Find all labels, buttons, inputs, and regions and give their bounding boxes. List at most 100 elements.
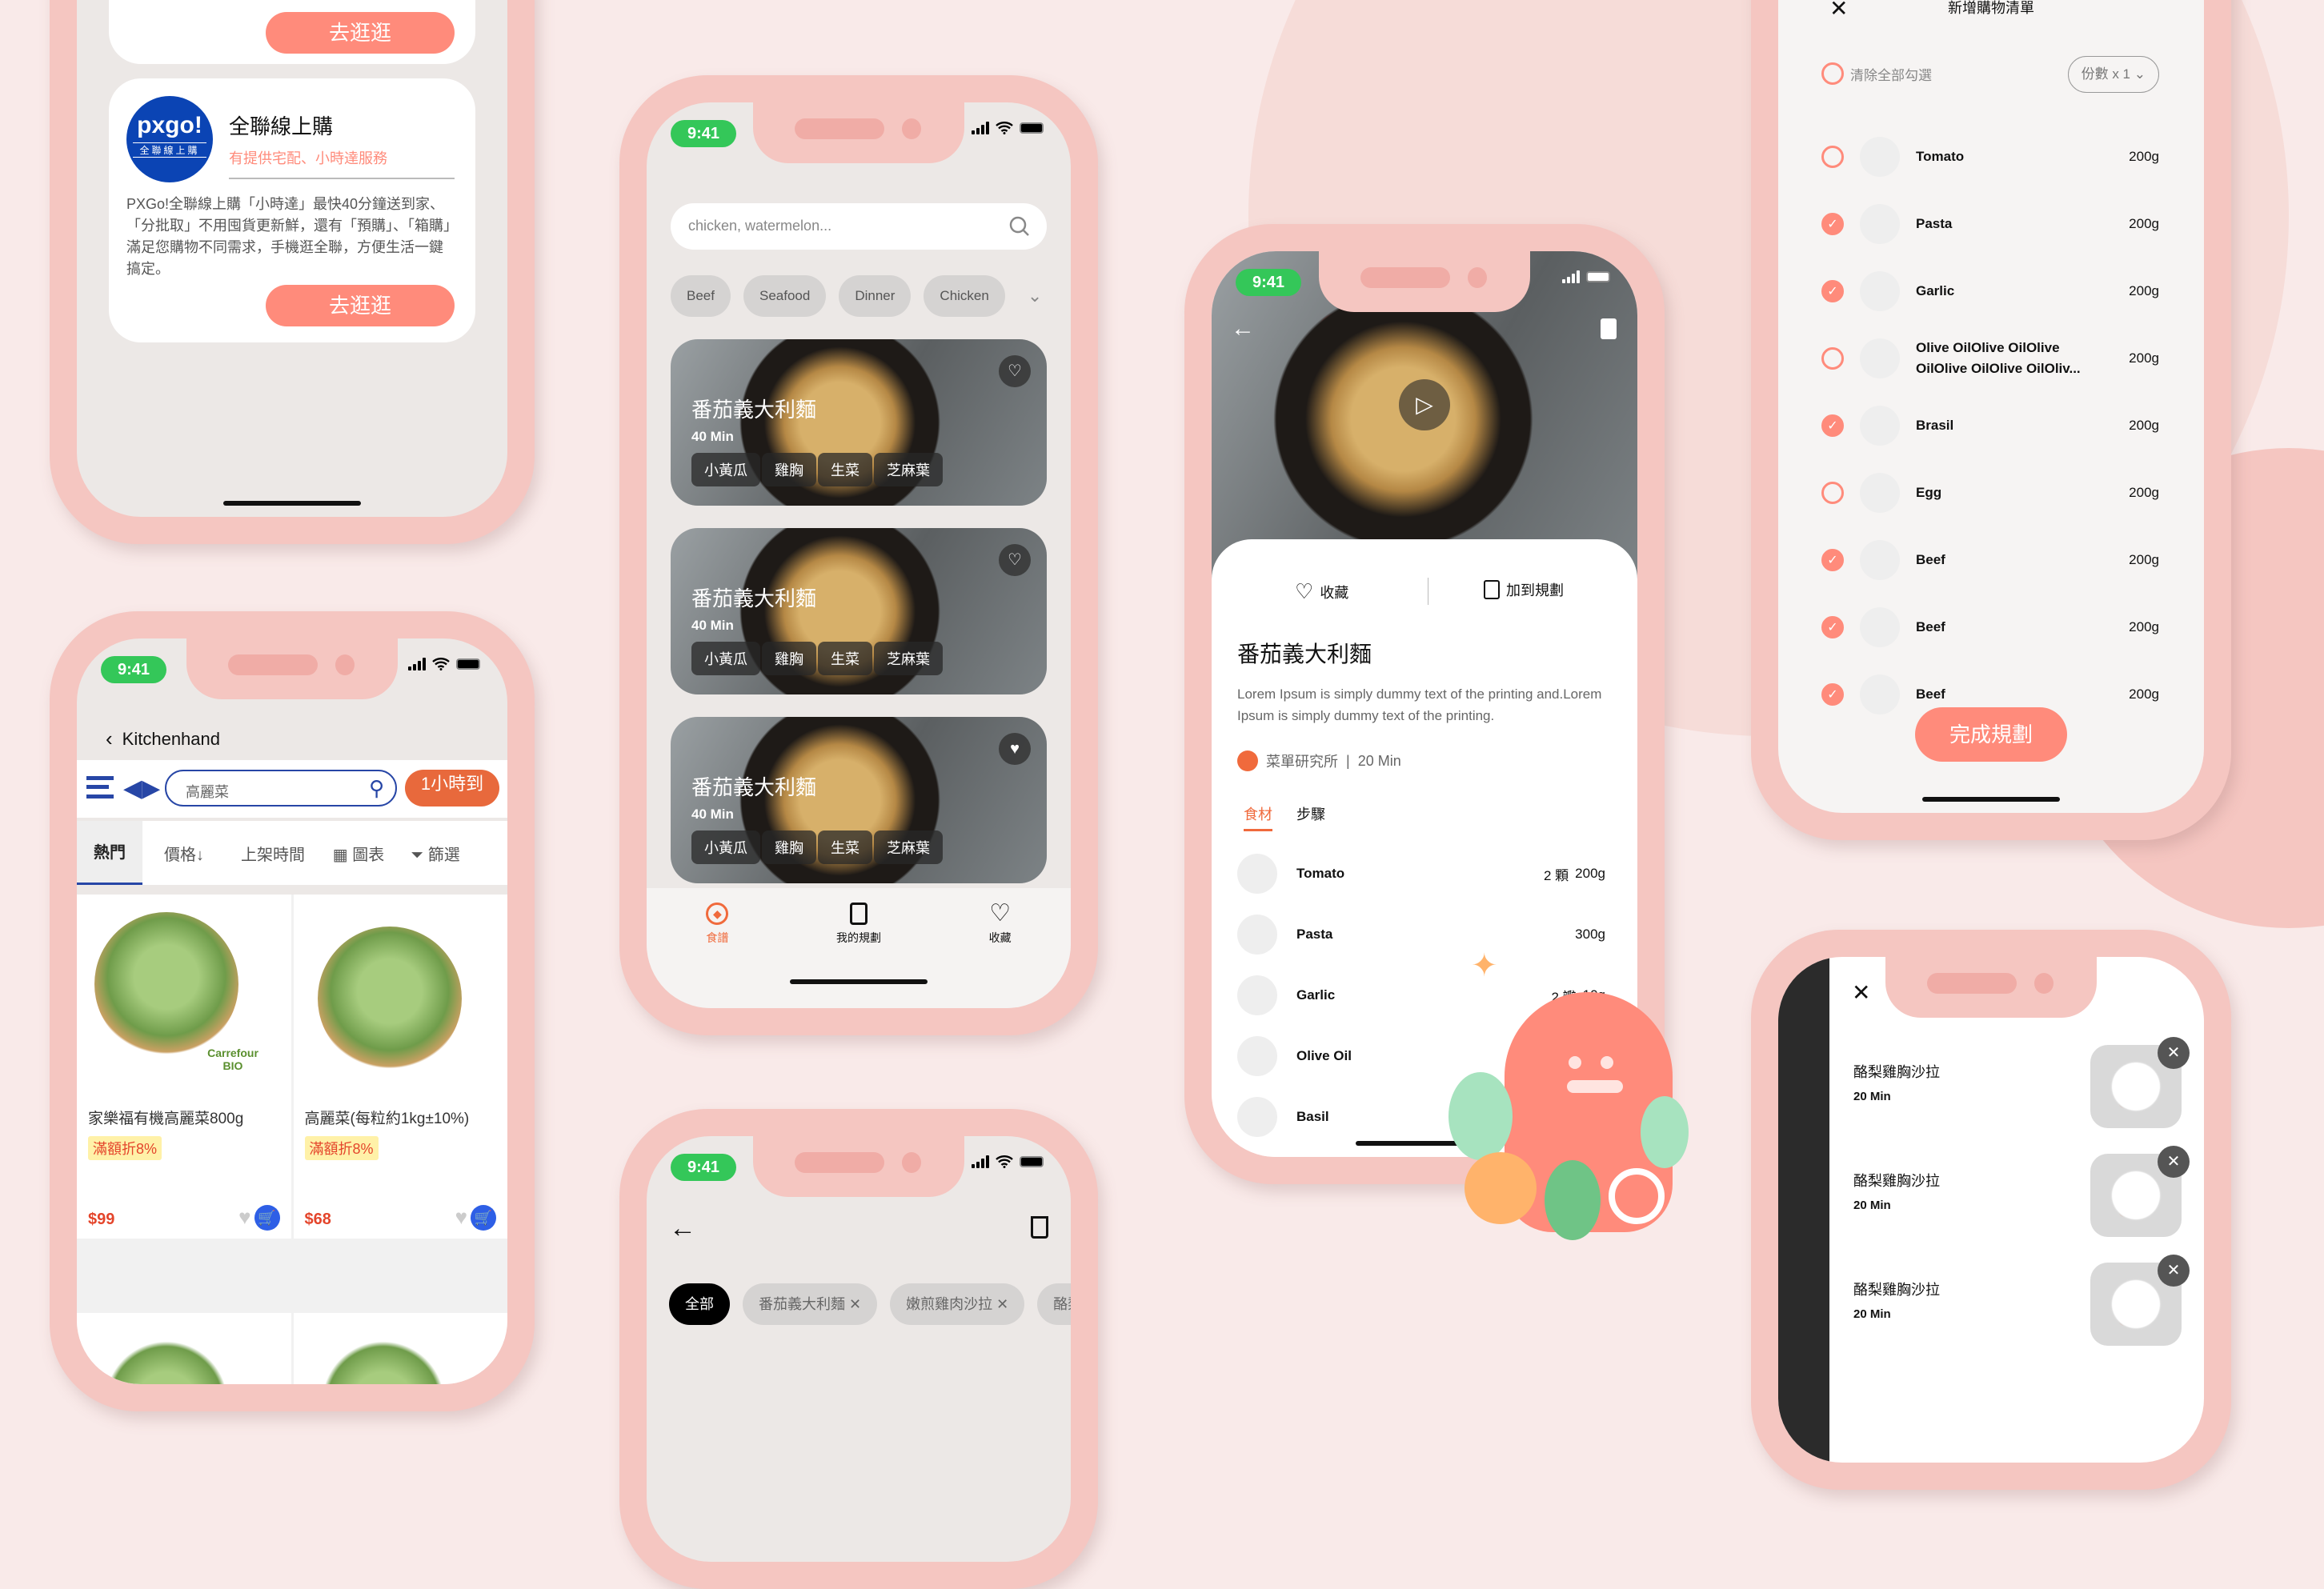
favorite-button[interactable]: ♡ bbox=[999, 544, 1031, 576]
phone-store-list: 去逛逛 pxgo! 全聯線上購 全聯線上購 有提供宅配、小時達服務 PXGo!全… bbox=[50, 0, 535, 544]
detail-tabs: 食材 步驟 bbox=[1244, 803, 1325, 831]
search-input[interactable]: 高麗菜 ⚲ bbox=[165, 770, 397, 807]
nav-recipes[interactable]: ◆ 食譜 bbox=[669, 903, 765, 1008]
favorite-button-filled[interactable]: ♥ bbox=[999, 733, 1031, 765]
cart-icon[interactable]: 🛒 bbox=[254, 1205, 280, 1231]
item-name: Beef bbox=[1916, 552, 1945, 567]
sort-tab-hot[interactable]: 熱門 bbox=[77, 821, 142, 885]
close-icon[interactable]: ✕ bbox=[1852, 979, 1870, 1006]
recipe-meta: 菜單研究所 | 20 Min bbox=[1237, 750, 1401, 771]
trash-icon[interactable] bbox=[1031, 1216, 1048, 1239]
servings-select[interactable]: 份數 x 1 ⌄ bbox=[2067, 56, 2159, 93]
recipe-card[interactable]: ♡ 番茄義大利麵 40 Min 小黃瓜 雞胸 生菜 芝麻葉 bbox=[671, 528, 1047, 694]
favorite-action[interactable]: ♡ 收藏 bbox=[1295, 579, 1348, 604]
nav-favorites[interactable]: ♡ 收藏 bbox=[952, 902, 1048, 1008]
sort-tab-grid[interactable]: ▦ 圖表 bbox=[320, 842, 397, 865]
sort-tab-newest[interactable]: 上架時間 bbox=[226, 842, 320, 865]
filter-chip[interactable]: 嫩煎雞肉沙拉 ✕ bbox=[890, 1283, 1025, 1325]
product-card[interactable] bbox=[293, 1312, 507, 1384]
shopping-item[interactable]: Olive OilOlive OilOlive OilOlive OilOliv… bbox=[1821, 325, 2159, 392]
tag: 雞胸 bbox=[762, 831, 816, 864]
shopping-item[interactable]: ✓ Brasil 200g bbox=[1821, 392, 2159, 459]
shopping-item[interactable]: Tomato 200g bbox=[1821, 123, 2159, 190]
tag: 雞胸 bbox=[762, 642, 816, 675]
product-card[interactable]: Carrefour BIO 家樂福有機高麗菜800g 滿額折8% $99 ♥ 🛒 bbox=[77, 895, 291, 1239]
saved-recipe[interactable]: 酪梨雞胸沙拉 20 Min ✕ bbox=[1829, 1146, 2204, 1255]
ingredient-thumb bbox=[1237, 975, 1277, 1015]
search-icon[interactable] bbox=[1008, 215, 1031, 238]
finish-plan-button[interactable]: 完成規劃 bbox=[1915, 707, 2067, 762]
browse-button[interactable]: 去逛逛 bbox=[266, 285, 455, 326]
play-button[interactable]: ▷ bbox=[1399, 379, 1450, 430]
checkbox[interactable] bbox=[1821, 146, 1844, 168]
chip-chicken[interactable]: Chicken bbox=[924, 275, 1005, 317]
product-card[interactable]: 高麗菜(每粒約1kg±10%) 滿額折8% $68 ♥ 🛒 bbox=[293, 895, 507, 1239]
checkbox bbox=[1821, 62, 1844, 85]
tab-steps[interactable]: 步驟 bbox=[1296, 803, 1325, 831]
shopping-item[interactable]: ✓ Pasta 200g bbox=[1821, 190, 2159, 258]
recipe-card[interactable]: ♡ 番茄義大利麵 40 Min 小黃瓜 雞胸 生菜 芝麻葉 bbox=[671, 339, 1047, 506]
browse-button[interactable]: 去逛逛 bbox=[266, 12, 455, 54]
back-arrow-icon[interactable]: ← bbox=[1231, 315, 1255, 342]
tag: 生菜 bbox=[818, 831, 872, 864]
shopping-item[interactable]: ✓ Garlic 200g bbox=[1821, 258, 2159, 325]
checkbox[interactable]: ✓ bbox=[1821, 683, 1844, 706]
saved-recipe[interactable]: 酪梨雞胸沙拉 20 Min ✕ bbox=[1829, 1255, 2204, 1363]
product-image bbox=[94, 1330, 238, 1384]
filter-chip[interactable]: 酪梨 bbox=[1037, 1283, 1071, 1325]
saved-recipe-time: 20 Min bbox=[1853, 1307, 1891, 1321]
close-icon[interactable]: ✕ bbox=[849, 1296, 861, 1312]
search-icon[interactable]: ⚲ bbox=[369, 776, 384, 801]
filter-chip[interactable]: 番茄義大利麵 ✕ bbox=[743, 1283, 878, 1325]
item-thumb bbox=[1860, 473, 1900, 513]
remove-button[interactable]: ✕ bbox=[2158, 1146, 2190, 1178]
shopping-item[interactable]: Egg 200g bbox=[1821, 459, 2159, 526]
ingredient-row: Tomato 2 顆 200g bbox=[1237, 843, 1605, 904]
clear-all-toggle[interactable]: 清除全部勾選 bbox=[1821, 62, 1932, 85]
checkbox[interactable]: ✓ bbox=[1821, 616, 1844, 638]
ingredient-thumb bbox=[1237, 1097, 1277, 1137]
nav-my-plan[interactable]: 我的規劃 bbox=[811, 903, 907, 1008]
chip-seafood[interactable]: Seafood bbox=[743, 275, 827, 317]
chip-dinner[interactable]: Dinner bbox=[839, 275, 912, 317]
menu-icon[interactable] bbox=[86, 776, 114, 799]
back-arrow-icon[interactable]: ← bbox=[669, 1213, 696, 1244]
note-icon[interactable] bbox=[1601, 318, 1617, 339]
tab-ingredients[interactable]: 食材 bbox=[1244, 803, 1272, 831]
saved-recipe-name: 酪梨雞胸沙拉 bbox=[1853, 1282, 1940, 1298]
search-input[interactable]: chicken, watermelon... bbox=[671, 203, 1047, 250]
filter-all[interactable]: 全部 bbox=[669, 1283, 730, 1325]
remove-button[interactable]: ✕ bbox=[2158, 1037, 2190, 1069]
ingredient-thumb bbox=[1237, 854, 1277, 894]
checkbox[interactable]: ✓ bbox=[1821, 280, 1844, 302]
checkbox[interactable]: ✓ bbox=[1821, 549, 1844, 571]
promo-badge: 滿額折8% bbox=[88, 1136, 162, 1160]
favorite-button[interactable]: ♡ bbox=[999, 355, 1031, 387]
recipe-time: 40 Min bbox=[691, 807, 734, 822]
one-hour-badge[interactable]: 1小時到 bbox=[405, 770, 499, 807]
saved-recipe[interactable]: 酪梨雞胸沙拉 20 Min ✕ bbox=[1829, 1037, 2204, 1146]
heart-icon[interactable]: ♥ bbox=[238, 1205, 250, 1230]
chevron-down-icon[interactable]: ⌄ bbox=[1028, 275, 1042, 317]
cart-icon[interactable]: 🛒 bbox=[471, 1205, 496, 1231]
saved-recipe-time: 20 Min bbox=[1853, 1090, 1891, 1103]
remove-button[interactable]: ✕ bbox=[2158, 1255, 2190, 1287]
sort-tab-filter[interactable]: ⏷ 篩選 bbox=[397, 842, 474, 865]
shopping-item[interactable]: ✓ Beef 200g bbox=[1821, 594, 2159, 661]
sort-tab-price[interactable]: 價格↓ bbox=[142, 842, 226, 865]
checkbox[interactable] bbox=[1821, 482, 1844, 504]
product-card[interactable] bbox=[77, 1312, 291, 1384]
saved-list: 酪梨雞胸沙拉 20 Min ✕ 酪梨雞胸沙拉 20 Min ✕ 酪梨雞胸沙拉 20 … bbox=[1829, 1037, 2204, 1363]
chip-beef[interactable]: Beef bbox=[671, 275, 731, 317]
recipe-card[interactable]: ♥ 番茄義大利麵 40 Min 小黃瓜 雞胸 生菜 芝麻葉 bbox=[671, 717, 1047, 883]
shopping-item[interactable]: ✓ Beef 200g bbox=[1821, 526, 2159, 594]
back-link[interactable]: ‹ Kitchenhand bbox=[106, 726, 220, 751]
checkbox[interactable] bbox=[1821, 347, 1844, 370]
checkbox[interactable]: ✓ bbox=[1821, 414, 1844, 437]
close-icon[interactable]: ✕ bbox=[996, 1296, 1008, 1312]
item-name: Tomato bbox=[1916, 149, 1965, 164]
checkbox[interactable]: ✓ bbox=[1821, 213, 1844, 235]
add-to-plan-action[interactable]: 加到規劃 bbox=[1484, 579, 1564, 600]
heart-icon[interactable]: ♥ bbox=[455, 1205, 467, 1230]
item-thumb bbox=[1860, 406, 1900, 446]
